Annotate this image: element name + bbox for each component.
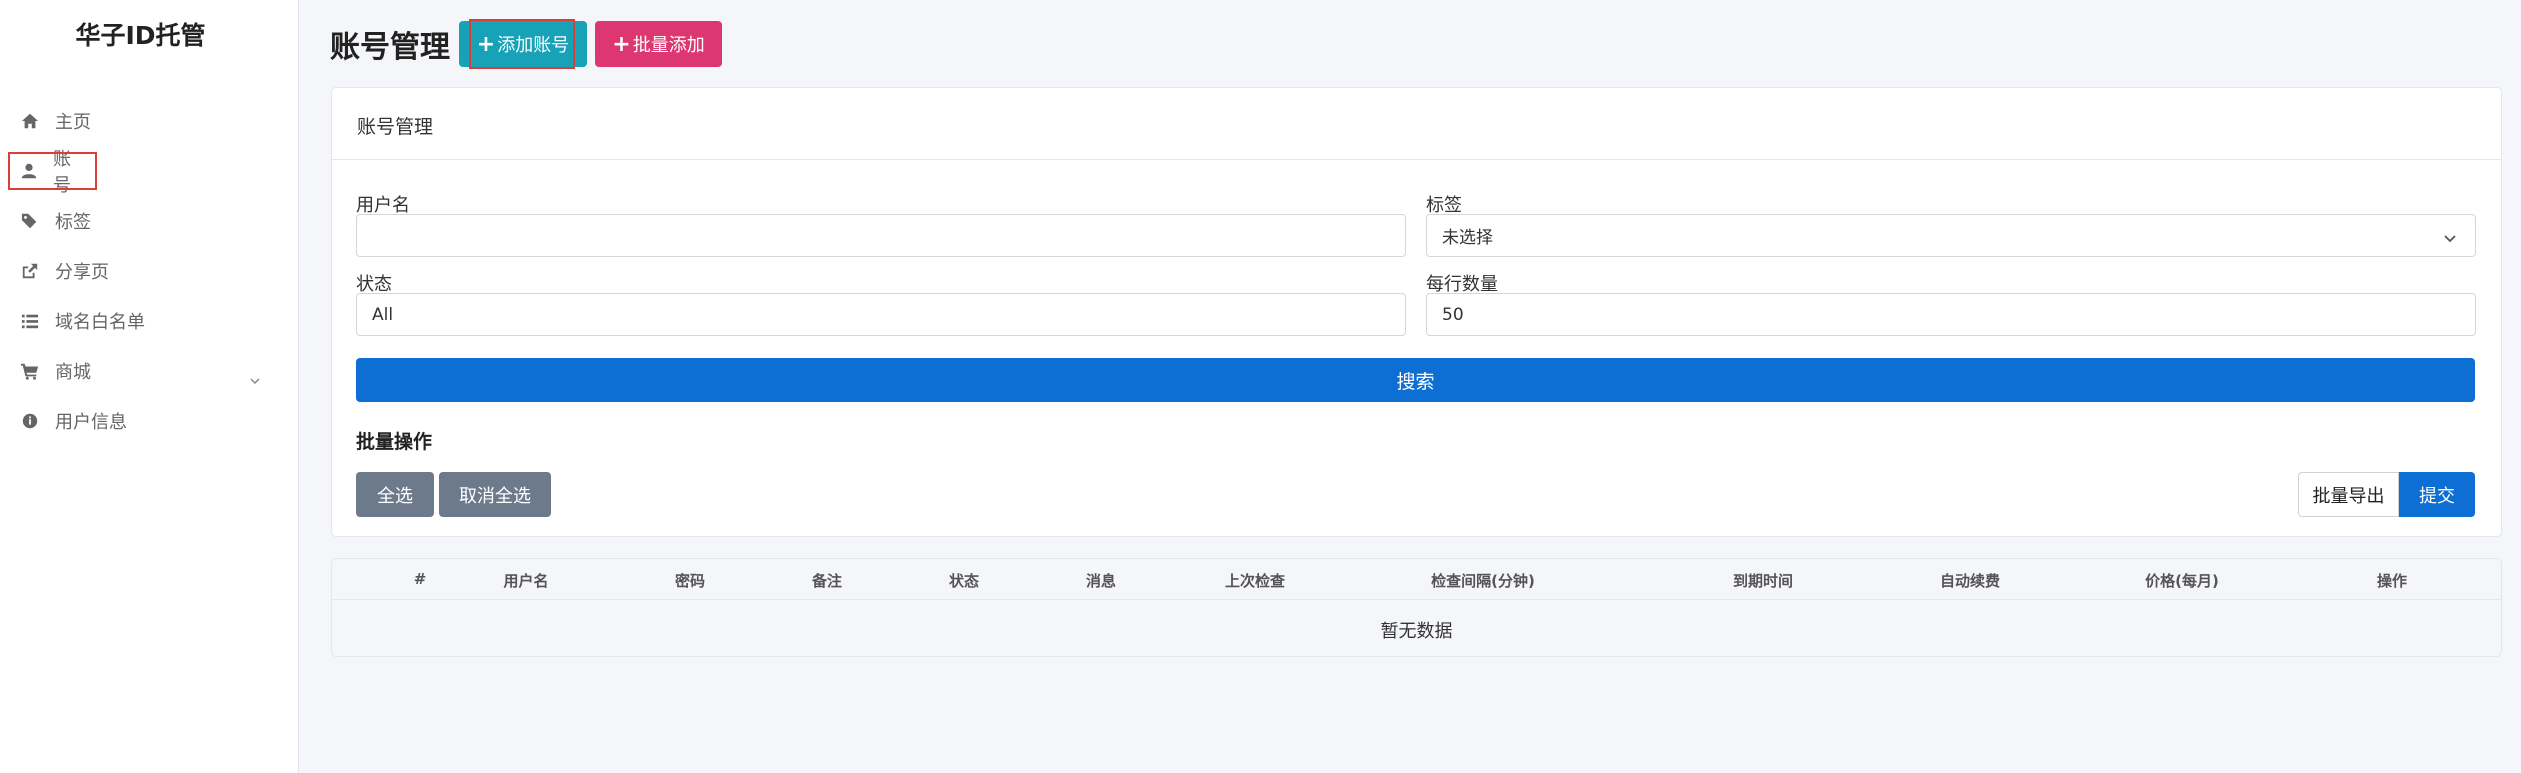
select-all-button[interactable]: 全选: [356, 472, 434, 517]
column-header: 用户名: [503, 572, 549, 590]
sidebar: 华子ID托管 主页 账号 标签 分享页 域名白名单 商城 用户信息: [0, 0, 299, 773]
column-header: 密码: [674, 572, 706, 590]
column-header: 操作: [2376, 572, 2408, 590]
sidebar-item-domain-whitelist[interactable]: 域名白名单: [20, 304, 145, 338]
batch-add-button[interactable]: + 批量添加: [595, 21, 722, 67]
home-icon: [20, 111, 40, 131]
column-header: 自动续费: [1939, 572, 2001, 590]
tag-select-value: 未选择: [1442, 228, 1493, 248]
info-icon: [20, 411, 40, 431]
sidebar-item-label: 商城: [55, 362, 91, 383]
accounts-table: # 用户名 密码 备注 状态 消息 上次检查 检查间隔(分钟) 到期时间 自动续…: [331, 558, 2502, 657]
column-header: 检查间隔(分钟): [1431, 572, 1535, 590]
sidebar-item-home[interactable]: 主页: [20, 104, 91, 138]
tags-icon: [20, 211, 40, 231]
sidebar-item-label: 标签: [55, 212, 91, 233]
card-title: 账号管理: [357, 116, 434, 138]
sidebar-item-tags[interactable]: 标签: [20, 204, 91, 238]
sidebar-item-shop[interactable]: 商城: [20, 354, 91, 388]
column-header: #: [413, 570, 427, 588]
username-field[interactable]: [356, 214, 1406, 257]
per-page-field[interactable]: 50: [1426, 293, 2476, 336]
chevron-down-icon[interactable]: [249, 372, 261, 385]
add-account-button[interactable]: + 添加账号: [459, 19, 587, 69]
deselect-all-button[interactable]: 取消全选: [439, 472, 551, 517]
page-title: 账号管理: [330, 30, 450, 65]
username-input[interactable]: [372, 224, 1390, 247]
share-icon: [20, 261, 40, 281]
plus-icon: +: [612, 31, 631, 57]
batch-export-button[interactable]: 批量导出: [2298, 472, 2399, 517]
column-header: 消息: [1085, 572, 1117, 590]
status-field[interactable]: All: [356, 293, 1406, 336]
batch-add-label: 批量添加: [632, 35, 705, 56]
user-icon: [20, 161, 38, 181]
plus-icon: +: [476, 31, 496, 57]
sidebar-item-label: 域名白名单: [55, 312, 145, 333]
per-page-value: 50: [1442, 304, 1464, 325]
batch-operations-title: 批量操作: [356, 431, 433, 453]
status-value: All: [372, 304, 394, 325]
sidebar-item-label: 账号: [53, 149, 71, 196]
sidebar-item-account[interactable]: 账号: [8, 149, 97, 196]
brand-title: 华子ID托管: [75, 21, 206, 50]
chevron-down-icon: [2443, 230, 2457, 244]
sidebar-item-label: 主页: [55, 112, 91, 133]
sidebar-item-label: 分享页: [55, 262, 109, 283]
column-header: 上次检查: [1224, 572, 1286, 590]
table-header: # 用户名 密码 备注 状态 消息 上次检查 检查间隔(分钟) 到期时间 自动续…: [332, 559, 2501, 600]
column-header: 状态: [948, 572, 980, 590]
column-header: 到期时间: [1732, 572, 1794, 590]
sidebar-item-label: 用户信息: [55, 412, 127, 433]
empty-state: 暂无数据: [1380, 621, 1453, 642]
sidebar-item-user-info[interactable]: 用户信息: [20, 404, 127, 438]
column-header: 备注: [811, 572, 843, 590]
column-header: 价格(每月): [2145, 572, 2219, 590]
cart-icon: [20, 361, 40, 381]
submit-button[interactable]: 提交: [2399, 472, 2475, 517]
add-account-label: 添加账号: [497, 35, 570, 56]
card-header: 账号管理: [332, 88, 2501, 160]
tag-select[interactable]: 未选择: [1426, 214, 2476, 257]
sidebar-item-share[interactable]: 分享页: [20, 254, 109, 288]
search-button[interactable]: 搜索: [356, 358, 2475, 402]
list-icon: [20, 311, 40, 331]
